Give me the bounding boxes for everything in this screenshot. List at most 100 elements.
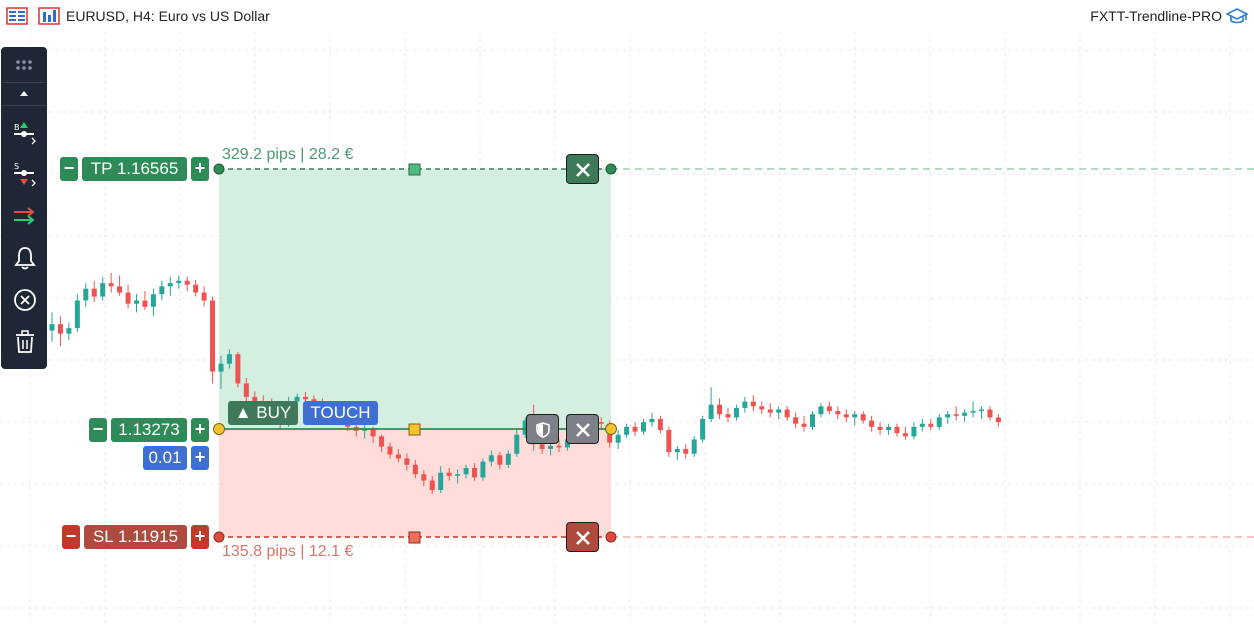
candle-body — [869, 420, 875, 427]
candle-body — [438, 472, 444, 491]
arrows-tool-icon — [14, 207, 35, 225]
candle-body — [303, 396, 308, 400]
delete-all-tool[interactable] — [1, 323, 47, 359]
price-chart[interactable] — [0, 0, 1254, 625]
toolbar-collapse-button[interactable] — [1, 83, 47, 105]
candle-body — [218, 363, 224, 372]
sl-increase-button[interactable]: + — [191, 525, 209, 549]
sl-left-handle[interactable] — [213, 531, 225, 543]
candle-body — [683, 448, 689, 454]
stop-loss-zone — [219, 429, 611, 537]
sl-drag-handle[interactable] — [408, 531, 421, 544]
candle-body — [100, 283, 106, 297]
alert-bell-icon — [14, 247, 36, 270]
candle-body — [159, 286, 165, 295]
candle-body — [708, 404, 714, 419]
candle-body — [514, 434, 520, 454]
take-profit-label[interactable]: TP 1.16565 — [82, 157, 187, 181]
candle-body — [91, 288, 97, 297]
entry-left-handle[interactable] — [213, 423, 225, 435]
candle-body — [742, 401, 748, 408]
candle-body — [632, 426, 638, 432]
candle-body — [480, 461, 486, 478]
direction-badge[interactable]: ▲ BUY — [228, 401, 298, 425]
entry-remove-button[interactable] — [566, 414, 599, 444]
candle-body — [125, 292, 131, 304]
entry-increase-button[interactable]: + — [191, 418, 209, 442]
tp-drag-handle[interactable] — [408, 163, 421, 176]
candle-body — [725, 414, 731, 418]
svg-text:S: S — [14, 162, 19, 171]
candle-body — [666, 430, 672, 453]
entry-price-label[interactable]: 1.13273 — [111, 418, 187, 442]
tp-left-handle[interactable] — [213, 163, 225, 175]
candle-body — [201, 292, 207, 301]
entry-decrease-button[interactable]: − — [89, 418, 107, 442]
alert-tool[interactable] — [1, 239, 47, 275]
candle-body — [902, 433, 908, 437]
drag-handle-icon — [16, 60, 32, 70]
toolbar-drag-handle[interactable] — [1, 47, 47, 83]
candle-body — [776, 409, 782, 413]
candle-body — [810, 414, 815, 427]
candle-body — [733, 407, 739, 418]
candle-body — [421, 474, 427, 481]
candle-body — [193, 284, 199, 293]
candle-body — [936, 417, 942, 427]
take-profit-zone — [219, 169, 611, 429]
lot-size-label[interactable]: 0.01 — [143, 446, 187, 470]
tp-right-handle[interactable] — [605, 163, 617, 175]
sl-right-handle[interactable] — [605, 531, 617, 543]
candle-body — [49, 324, 55, 331]
close-icon — [576, 163, 590, 177]
stop-loss-label[interactable]: SL 1.11915 — [84, 525, 187, 549]
candle-body — [615, 434, 621, 443]
tp-remove-button[interactable] — [566, 154, 599, 184]
candle-body — [759, 406, 765, 410]
candle-body — [624, 426, 630, 435]
entry-drag-handle[interactable] — [408, 423, 421, 436]
candle-body — [66, 328, 72, 334]
candle-body — [886, 426, 892, 431]
protect-button[interactable] — [526, 414, 559, 444]
svg-text:B: B — [14, 123, 20, 132]
candle-body — [497, 455, 503, 465]
arrows-tool[interactable] — [1, 197, 47, 233]
sell-line-tool[interactable]: S — [1, 155, 47, 191]
candle-body — [911, 426, 917, 437]
candle-body — [979, 409, 984, 412]
order-type-badge[interactable]: TOUCH — [303, 401, 378, 425]
candle-body — [826, 406, 832, 412]
chart-grid — [0, 32, 1254, 625]
tp-increase-button[interactable]: + — [191, 157, 209, 181]
buy-line-tool[interactable]: B — [1, 113, 47, 149]
candle-body — [598, 422, 604, 424]
entry-right-handle[interactable] — [605, 423, 617, 435]
candle-body — [962, 412, 968, 416]
candle-body — [108, 283, 114, 287]
candle-body — [818, 406, 824, 415]
candle-body — [176, 280, 182, 284]
candle-body — [835, 411, 841, 415]
candle-body — [801, 423, 807, 427]
candle-body — [928, 423, 934, 427]
candle-body — [919, 423, 925, 427]
candle-body — [429, 480, 435, 491]
close-all-tool[interactable] — [1, 281, 47, 317]
candle-body — [970, 411, 976, 413]
buy-line-tool-icon: B — [14, 122, 36, 145]
delete-all-icon — [16, 330, 34, 353]
candle-body — [412, 464, 418, 475]
candle-body — [74, 300, 80, 329]
candle-body — [843, 414, 849, 418]
lot-increase-button[interactable]: + — [191, 446, 209, 470]
sl-remove-button[interactable] — [566, 522, 599, 552]
candle-body — [995, 417, 1001, 423]
tp-decrease-button[interactable]: − — [60, 157, 78, 181]
candle-body — [472, 467, 477, 478]
candle-body — [894, 426, 900, 434]
candle-body — [117, 286, 123, 293]
sl-decrease-button[interactable]: − — [62, 525, 80, 549]
candle-body — [784, 409, 790, 418]
candle-body — [793, 417, 799, 424]
